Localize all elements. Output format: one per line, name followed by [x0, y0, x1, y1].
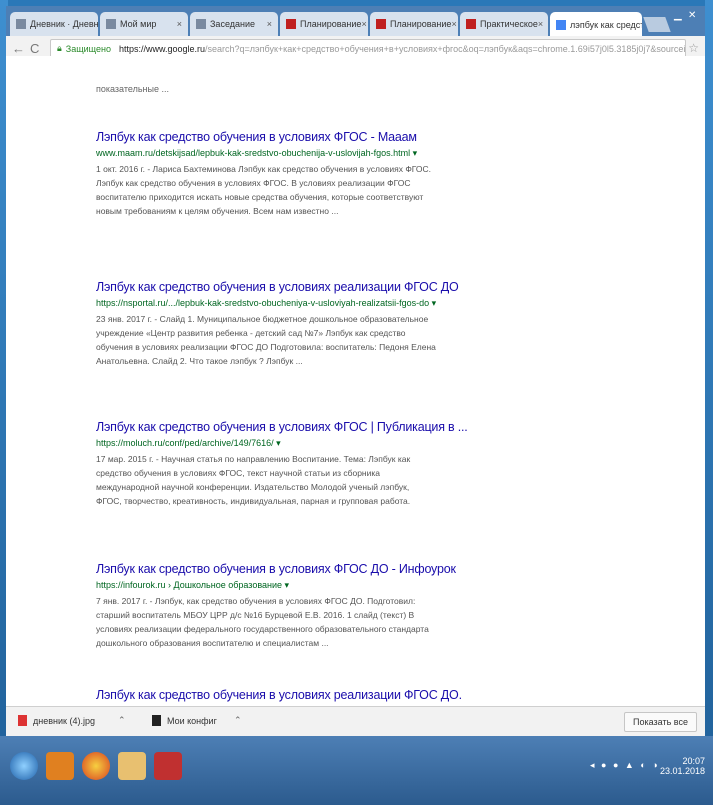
result-snippet: 17 мар. 2015 г. - Научная статья по напр… — [96, 454, 411, 506]
tab-label: лэпбук как средст — [570, 19, 642, 30]
bookmark-star-icon[interactable]: ☆ — [688, 41, 699, 55]
windows-icon[interactable] — [46, 752, 74, 780]
previous-snippet-tail: показательные ... — [96, 84, 169, 94]
chevron-up-icon[interactable]: ⌃ — [118, 715, 126, 726]
search-result: Лэпбук как средство обучения в условиях … — [96, 420, 468, 508]
search-result: Лэпбук как средство обучения в условиях … — [96, 562, 456, 650]
chevron-up-icon[interactable]: ⌃ — [234, 715, 242, 726]
search-result: Лэпбук как средство обучения в условиях … — [96, 130, 436, 218]
url-path: /search?q=лэпбук+как+средство+обучения+в… — [205, 43, 686, 54]
download-item[interactable]: дневник (4).jpg — [18, 715, 95, 726]
tab-label: Планирование — [300, 19, 362, 29]
page-icon — [16, 19, 26, 29]
page-icon — [196, 19, 206, 29]
search-result: Лэпбук как средство обучения в условиях … — [96, 280, 459, 368]
search-result: Лэпбук как средство обучения в условиях … — [96, 688, 462, 702]
file-icon — [18, 715, 27, 726]
close-icon[interactable]: × — [177, 19, 182, 29]
result-url[interactable]: https://moluch.ru/conf/ped/archive/149/7… — [96, 438, 436, 449]
tray-icons[interactable]: ◂ ● ● ▲ ◐ ◑ — [590, 760, 660, 771]
tab-2[interactable]: Мой мир × — [100, 12, 188, 36]
result-snippet: 7 янв. 2017 г. - Лэпбук, как средство об… — [96, 596, 429, 648]
start-icon[interactable] — [10, 752, 38, 780]
download-item[interactable]: Мои конфиг — [152, 715, 217, 726]
reload-icon[interactable]: C — [30, 41, 39, 56]
back-icon[interactable]: ← — [12, 41, 25, 56]
tray-clock[interactable]: 20:07 23.01.2018 — [660, 756, 705, 776]
pdf-icon[interactable] — [154, 752, 182, 780]
tab-label: Практическое — [480, 19, 538, 29]
file-icon — [152, 715, 161, 726]
tab-3[interactable]: Заседание × — [190, 12, 278, 36]
tab-strip: Дневник · Дневник × Мой мир × Заседание … — [6, 6, 705, 37]
tab-label: Мой мир — [120, 19, 157, 29]
clock-date: 23.01.2018 — [659, 766, 705, 776]
folder-icon[interactable] — [118, 752, 146, 780]
result-snippet: 1 окт. 2016 г. - Лариса Бахтеминова Лэпб… — [96, 164, 432, 216]
result-url[interactable]: https://infourok.ru › Дошкольное образов… — [96, 580, 436, 591]
result-snippet: 23 янв. 2017 г. - Слайд 1. Муниципальное… — [96, 314, 436, 366]
tab-label: Дневник · Дневник — [30, 19, 98, 29]
close-icon[interactable]: × — [361, 19, 366, 29]
tab-1[interactable]: Дневник · Дневник × — [10, 12, 98, 36]
close-icon[interactable]: × — [267, 19, 272, 29]
minimize-icon[interactable]: ▁ — [674, 10, 682, 21]
result-title-link[interactable]: Лэпбук как средство обучения в условиях … — [96, 280, 459, 294]
new-tab-button[interactable] — [643, 17, 671, 32]
close-icon[interactable]: × — [538, 19, 543, 29]
result-url[interactable]: https://nsportal.ru/.../lepbuk-kak-sreds… — [96, 298, 436, 309]
result-title-link[interactable]: Лэпбук как средство обучения в условиях … — [96, 688, 462, 702]
close-window-icon[interactable]: ✕ — [688, 10, 696, 21]
clock-time: 20:07 — [682, 756, 705, 766]
red-icon — [376, 19, 386, 29]
result-url[interactable]: www.maam.ru/detskijsad/lepbuk-kak-sredst… — [96, 148, 436, 159]
chrome-icon[interactable] — [82, 752, 110, 780]
search-results: показательные ... Лэпбук как средство об… — [6, 56, 705, 706]
red-icon — [286, 19, 296, 29]
tab-5[interactable]: Планирование × — [370, 12, 458, 36]
close-icon[interactable]: × — [451, 19, 456, 29]
tab-6[interactable]: Практическое × — [460, 12, 548, 36]
download-name: дневник (4).jpg — [33, 715, 95, 726]
taskbar: ◂ ● ● ▲ ◐ ◑ 20:07 23.01.2018 — [0, 736, 713, 805]
google-icon — [556, 19, 566, 30]
page-icon — [106, 19, 116, 29]
result-title-link[interactable]: Лэпбук как средство обучения в условиях … — [96, 420, 468, 434]
red-icon — [466, 19, 476, 29]
lock-icon: 🔒︎ — [57, 43, 62, 53]
result-title-link[interactable]: Лэпбук как средство обучения в условиях … — [96, 130, 436, 144]
url-host: https://www.google.ru — [118, 43, 206, 54]
downloads-bar: дневник (4).jpg ⌃ Мои конфиг ⌃ Показать … — [6, 706, 705, 737]
tab-label: Заседание — [210, 19, 256, 29]
show-all-button[interactable]: Показать все — [624, 712, 697, 732]
tab-label: Планирование — [390, 19, 452, 29]
tab-active[interactable]: лэпбук как средст × — [550, 12, 642, 37]
slide-frame-right — [705, 0, 713, 805]
result-title-link[interactable]: Лэпбук как средство обучения в условиях … — [96, 562, 456, 576]
download-name: Мои конфиг — [167, 715, 217, 726]
secure-label: Защищено — [65, 43, 111, 54]
tab-4[interactable]: Планирование × — [280, 12, 368, 36]
